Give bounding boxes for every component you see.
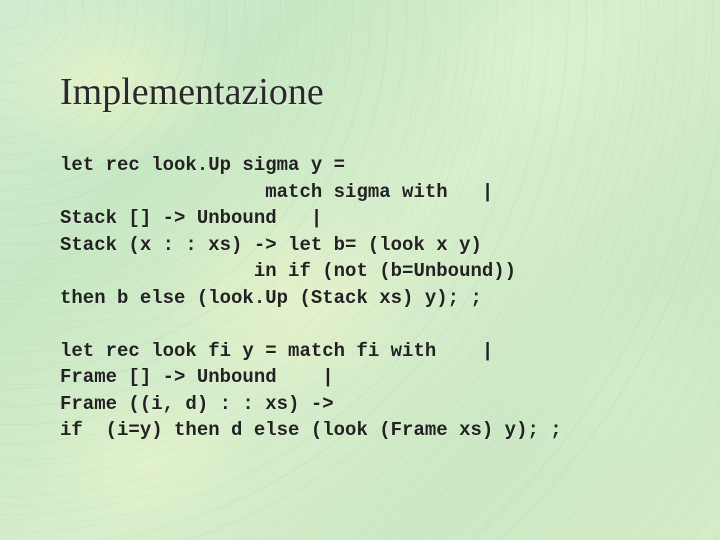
code-block-lookup: let rec look.Up sigma y = match sigma wi… [60, 152, 670, 312]
code-block-look: let rec look fi y = match fi with | Fram… [60, 338, 670, 444]
slide-title: Implementazione [60, 70, 670, 114]
slide-container: Implementazione let rec look.Up sigma y … [0, 0, 720, 540]
